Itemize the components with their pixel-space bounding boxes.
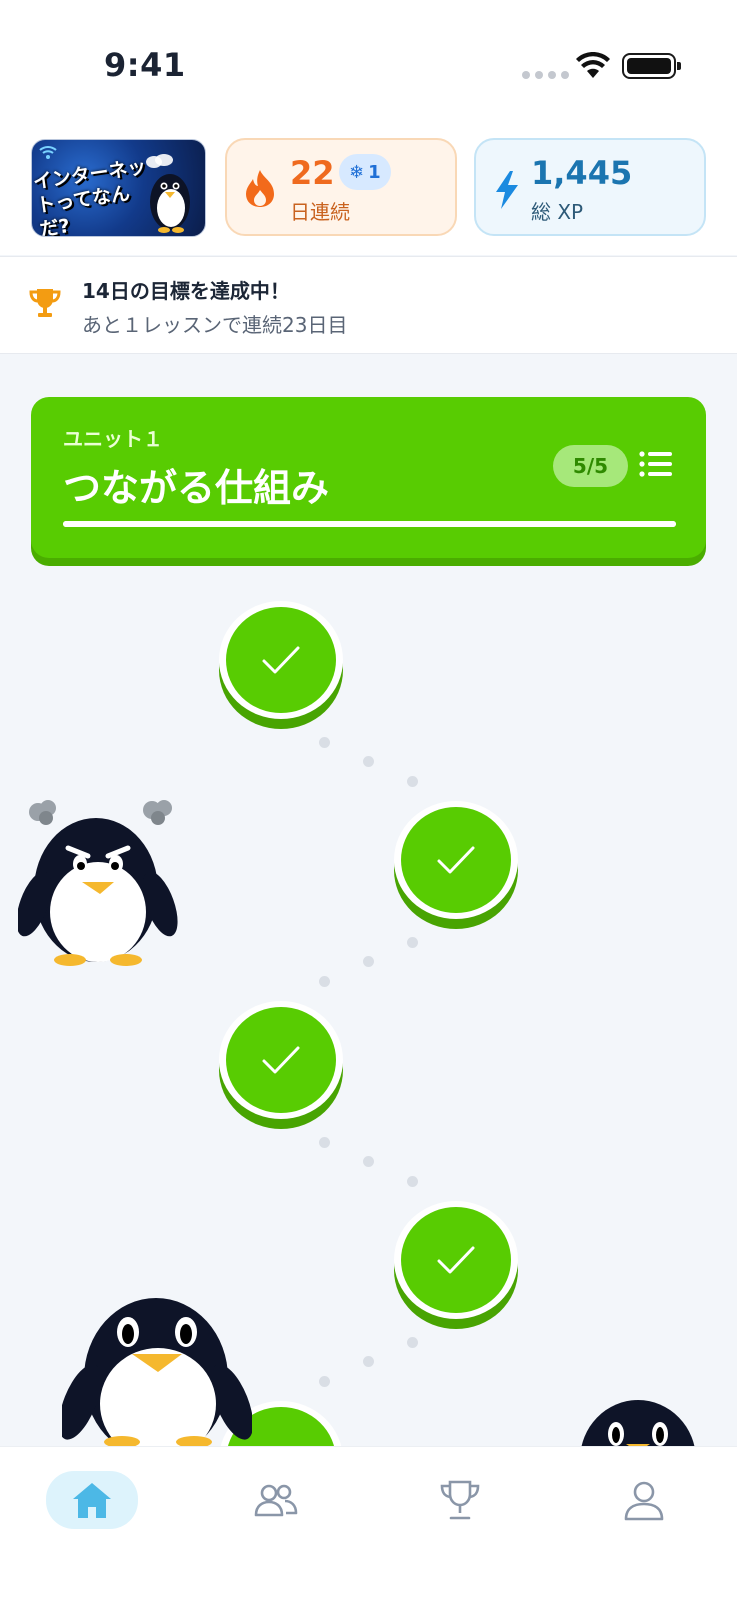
check-icon	[437, 846, 475, 874]
unit-title: つながる仕組み	[63, 466, 330, 510]
check-icon	[262, 646, 300, 674]
bottom-navigation	[0, 1446, 737, 1600]
unit-progress-bar	[63, 521, 676, 527]
unit-label: ユニット１	[63, 427, 163, 451]
home-screen: 9:41 インターネットってなんだ? 22 ❄ 1 日連続 1,445 総 XP…	[0, 0, 737, 1600]
streak-label: 日連続	[290, 200, 350, 224]
path-dot	[407, 937, 418, 948]
check-icon	[262, 1046, 300, 1074]
path-dot	[363, 1356, 374, 1367]
lesson-node-4[interactable]	[394, 1201, 518, 1329]
xp-card[interactable]: 1,445 総 XP	[474, 138, 706, 236]
profile-icon	[624, 1481, 664, 1521]
list-icon[interactable]	[639, 449, 673, 479]
status-time: 9:41	[104, 46, 186, 84]
stats-header: インターネットってなんだ? 22 ❄ 1 日連続 1,445 総 XP	[0, 120, 737, 255]
path-dot	[407, 1337, 418, 1348]
path-dot	[319, 976, 330, 987]
snowflake-icon: ❄	[349, 161, 365, 183]
battery-icon	[622, 53, 681, 79]
path-dot	[363, 1156, 374, 1167]
streak-freeze-badge[interactable]: ❄ 1	[339, 154, 391, 190]
streak-card[interactable]: 22 ❄ 1 日連続	[225, 138, 457, 236]
wifi-icon	[576, 52, 610, 78]
course-thumbnail[interactable]: インターネットってなんだ?	[31, 139, 206, 237]
unit-progress-fill	[63, 521, 676, 527]
status-bar: 9:41	[0, 0, 737, 120]
friends-icon	[254, 1484, 298, 1517]
path-dot	[363, 956, 374, 967]
lesson-node-2[interactable]	[394, 801, 518, 929]
trophy-icon	[440, 1480, 480, 1520]
nav-friends[interactable]	[230, 1471, 322, 1529]
freeze-count: 1	[368, 161, 381, 183]
nav-leaderboard[interactable]	[414, 1471, 506, 1529]
penguin-icon	[146, 154, 190, 233]
path-dot	[319, 1137, 330, 1148]
unit-header-card[interactable]: ユニット１ つながる仕組み 5/5	[31, 397, 706, 558]
path-dot	[407, 776, 418, 787]
goal-banner[interactable]: 14日の目標を達成中！ あと１レッスンで連続23日目	[0, 256, 737, 354]
path-dot	[319, 737, 330, 748]
trophy-icon	[29, 289, 61, 317]
goal-title: 14日の目標を達成中！	[82, 279, 290, 303]
unit-progress-badge: 5/5	[553, 445, 628, 487]
signal-icon	[522, 71, 569, 79]
check-icon	[437, 1246, 475, 1274]
xp-label: 総 XP	[531, 200, 584, 224]
home-icon	[73, 1483, 111, 1518]
path-dot	[407, 1176, 418, 1187]
lesson-node-3[interactable]	[219, 1001, 343, 1129]
nav-profile[interactable]	[598, 1471, 690, 1529]
path-dot	[363, 756, 374, 767]
path-dot	[319, 1376, 330, 1387]
xp-total: 1,445	[531, 154, 633, 192]
lesson-node-1[interactable]	[219, 601, 343, 729]
goal-subtitle: あと１レッスンで連続23日目	[82, 313, 348, 337]
wifi-icon	[39, 146, 57, 159]
angry-penguin-mascot	[18, 800, 178, 966]
peeking-penguin-mascot	[581, 1400, 695, 1446]
streak-days: 22	[290, 154, 335, 192]
penguin-mascot	[62, 1298, 252, 1446]
nav-home[interactable]	[46, 1471, 138, 1529]
flame-icon	[246, 170, 274, 207]
lightning-icon	[496, 171, 518, 209]
